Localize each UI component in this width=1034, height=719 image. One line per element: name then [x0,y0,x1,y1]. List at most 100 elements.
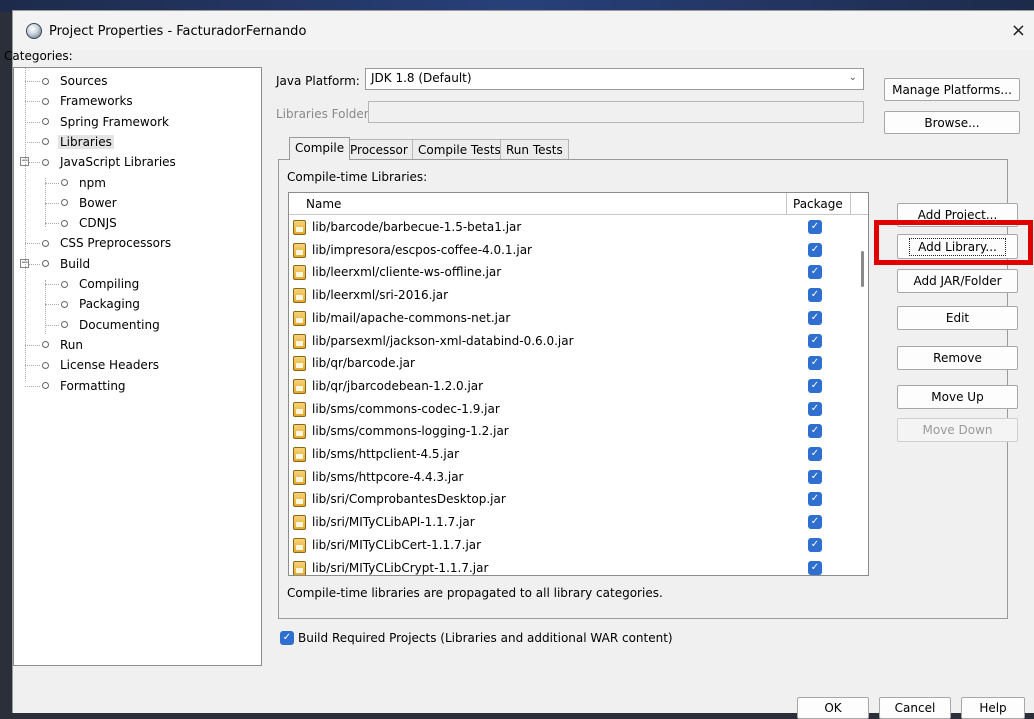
package-checkbox[interactable]: ✓ [808,401,822,416]
package-checkbox[interactable]: ✓ [808,492,822,507]
package-checkbox[interactable]: ✓ [808,333,822,348]
package-checkbox[interactable]: ✓ [808,469,822,484]
table-row[interactable]: lib/mail/apache-commons-net.jar ✓ [289,307,868,330]
tree-item-libraries[interactable]: Libraries [42,133,114,151]
column-name-header[interactable]: Name [306,197,341,211]
table-row[interactable]: lib/sri/ComprobantesDesktop.jar ✓ [289,488,868,511]
package-checkbox[interactable]: ✓ [808,288,822,303]
node-bullet-icon [42,97,49,105]
tab-run-tests[interactable]: Run Tests [500,139,569,159]
package-checkbox[interactable]: ✓ [808,515,822,530]
package-checkbox[interactable]: ✓ [808,560,822,575]
jar-file-icon [293,447,306,462]
tree-item-formatting[interactable]: Formatting [42,377,128,395]
node-bullet-icon [61,280,68,288]
tree-connector [25,68,26,381]
column-package-header[interactable]: Package [793,197,843,211]
jar-file-icon [293,424,306,440]
library-name: lib/mail/apache-commons-net.jar [312,310,511,325]
table-row[interactable]: lib/sms/httpclient-4.5.jar ✓ [289,443,868,466]
tab-compile[interactable]: Compile [289,137,351,160]
remove-button[interactable]: Remove [897,346,1018,370]
tree-connector [45,324,59,326]
jar-file-icon [293,242,306,258]
package-checkbox[interactable]: ✓ [808,242,822,257]
tree-item-cdnjs[interactable]: CDNJS [61,214,119,232]
node-bullet-icon [61,300,68,308]
table-row[interactable]: lib/sms/commons-codec-1.9.jar ✓ [289,398,868,421]
table-row[interactable]: lib/sri/MITyCLibCrypt-1.1.7.jar ✓ [289,557,868,575]
table-row[interactable]: lib/barcode/barbecue-1.5-beta1.jar ✓ [289,216,868,239]
add-library-button[interactable]: Add Library... [897,234,1018,259]
tree-item-documenting[interactable]: Documenting [61,316,162,334]
add-project-button[interactable]: Add Project... [897,203,1018,227]
table-row[interactable]: lib/leerxml/cliente-ws-offline.jar ✓ [289,261,868,284]
tree-connector [25,121,40,123]
browse-button[interactable]: Browse... [884,111,1020,134]
tree-item-compiling[interactable]: Compiling [61,275,141,293]
manage-platforms-button[interactable]: Manage Platforms... [884,78,1020,101]
package-checkbox[interactable]: ✓ [808,265,822,280]
table-row[interactable]: lib/parsexml/jackson-xml-databind-0.6.0.… [289,330,868,353]
libraries-table[interactable]: Name Package lib/barcode/barbecue-1.5-be… [288,192,869,576]
java-platform-select[interactable]: JDK 1.8 (Default) ⌄ [365,68,864,90]
categories-tree[interactable]: Sources Frameworks Spring Framework Librari… [13,67,262,666]
move-up-button[interactable]: Move Up [897,385,1018,409]
tree-item-javascript-libraries[interactable]: JavaScript Libraries [42,153,178,171]
table-row[interactable]: lib/qr/barcode.jar ✓ [289,352,868,375]
jar-file-icon [293,492,306,508]
help-button[interactable]: Help [961,697,1025,719]
table-row[interactable]: lib/sri/MITyCLibAPI-1.1.7.jar ✓ [289,511,868,534]
tree-item-bower[interactable]: Bower [61,194,119,212]
add-jar-folder-button[interactable]: Add JAR/Folder [897,269,1018,293]
chevron-down-icon: ⌄ [848,72,857,83]
checkbox-checked-icon[interactable]: ✓ [280,631,294,645]
library-name: lib/impresora/escpos-coffee-4.0.1.jar [312,242,532,257]
node-bullet-icon [61,199,68,207]
tree-item-label: Compiling [79,277,140,291]
table-header: Name Package [289,193,868,215]
build-required-projects[interactable]: ✓ Build Required Projects (Libraries and… [280,631,673,645]
column-separator [786,193,787,215]
table-row[interactable]: lib/sms/commons-logging-1.2.jar ✓ [289,420,868,443]
ok-button[interactable]: OK [797,697,869,719]
package-checkbox[interactable]: ✓ [808,310,822,325]
table-row[interactable]: lib/sri/MITyCLibCert-1.1.7.jar ✓ [289,534,868,557]
package-checkbox[interactable]: ✓ [808,424,822,439]
java-platform-value: JDK 1.8 (Default) [371,71,472,85]
compile-libraries-label: Compile-time Libraries: [287,170,428,184]
tree-item-css-preprocessors[interactable]: CSS Preprocessors [42,234,173,252]
tree-item-npm[interactable]: npm [61,174,108,192]
tree-item-sources[interactable]: Sources [42,72,109,90]
package-checkbox[interactable]: ✓ [808,537,822,552]
tree-item-run[interactable]: Run [42,336,85,354]
tree-item-license-headers[interactable]: License Headers [42,356,161,374]
move-down-button[interactable]: Move Down [897,418,1018,442]
table-row[interactable]: lib/impresora/escpos-coffee-4.0.1.jar ✓ [289,239,868,262]
edit-button[interactable]: Edit [897,306,1018,330]
cancel-button[interactable]: Cancel [879,697,951,719]
tree-item-frameworks[interactable]: Frameworks [42,92,135,110]
table-row[interactable]: lib/leerxml/sri-2016.jar ✓ [289,284,868,307]
tree-item-packaging[interactable]: Packaging [61,295,142,313]
table-row[interactable]: lib/sms/httpcore-4.4.3.jar ✓ [289,466,868,489]
tab-compile-tests[interactable]: Compile Tests [412,139,507,159]
jar-file-icon [293,560,306,575]
table-row[interactable]: lib/qr/jbarcodebean-1.2.0.jar ✓ [289,375,868,398]
package-checkbox[interactable]: ✓ [808,220,822,234]
tab-processor[interactable]: Processor [344,139,414,159]
package-checkbox[interactable]: ✓ [808,378,822,393]
tree-item-label: Documenting [79,317,160,332]
close-icon[interactable]: × [1011,20,1026,41]
scrollbar-thumb[interactable] [861,251,864,287]
tree-item-label: CSS Preprocessors [60,236,172,251]
tree-connector [45,280,46,334]
tree-item-spring-framework[interactable]: Spring Framework [42,113,171,131]
node-bullet-icon [42,77,49,85]
tree-item-build[interactable]: Build [42,255,92,273]
propagation-note: Compile-time libraries are propagated to… [287,586,663,600]
add-library-label: Add Library... [909,237,1006,256]
window-title: Project Properties - FacturadorFernando [49,24,307,39]
package-checkbox[interactable]: ✓ [808,356,822,371]
package-checkbox[interactable]: ✓ [808,447,822,461]
